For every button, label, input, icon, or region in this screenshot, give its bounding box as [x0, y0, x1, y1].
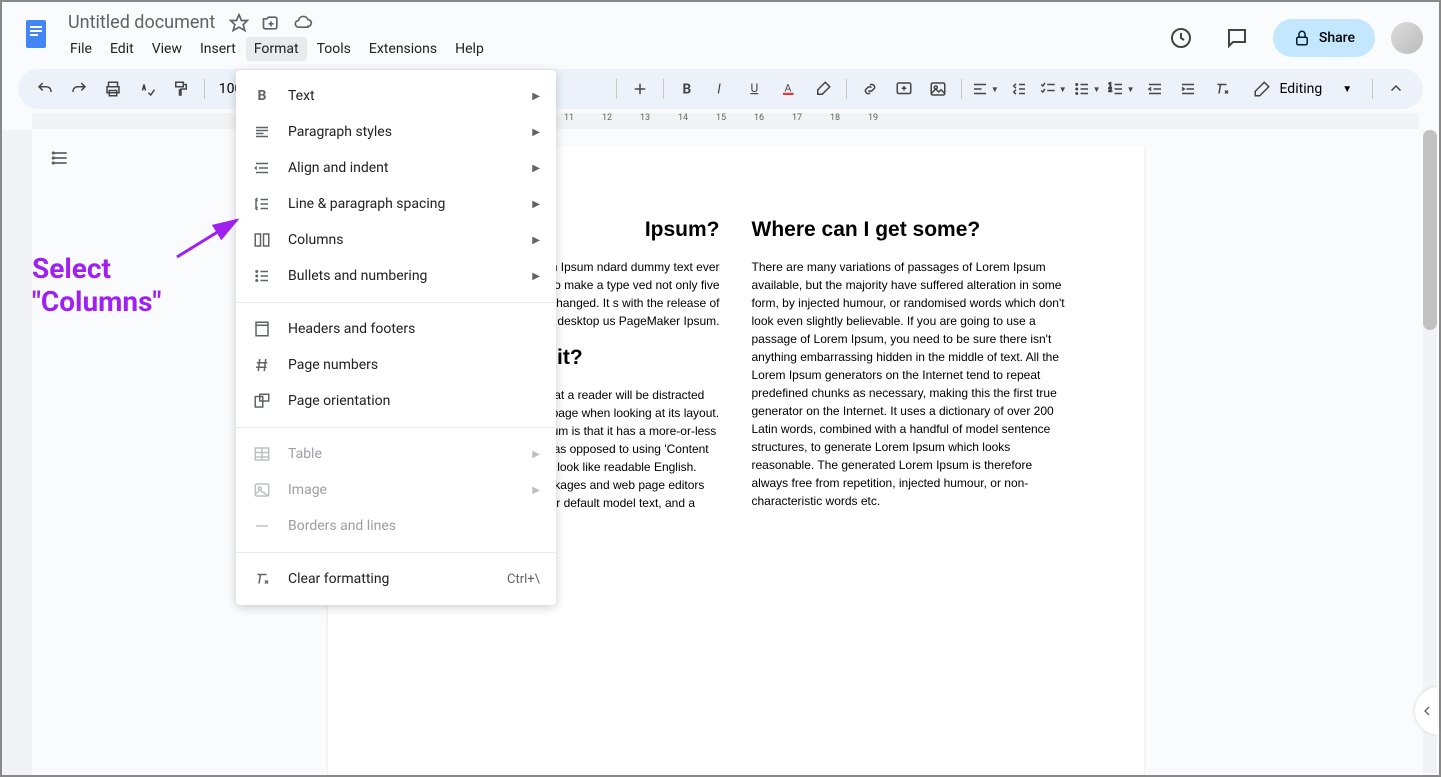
submenu-arrow-icon: ▶ [532, 485, 540, 496]
svg-text:I: I [717, 82, 721, 98]
image-icon [252, 480, 272, 500]
decrease-indent-button[interactable] [1140, 73, 1170, 105]
comments-icon[interactable] [1217, 18, 1257, 58]
scrollbar-thumb[interactable] [1423, 130, 1437, 330]
clear-format-icon [252, 569, 272, 589]
checklist-button[interactable]: ▼ [1038, 73, 1068, 105]
menu-extensions[interactable]: Extensions [361, 37, 445, 61]
paint-format-button[interactable] [166, 73, 196, 105]
submenu-arrow-icon: ▶ [532, 271, 540, 282]
svg-text:2: 2 [1108, 86, 1112, 93]
shortcut-label: Ctrl+\ [507, 572, 540, 587]
toolbar: 100%▼ B I U A ▼ ▼ ▼ 12▼ Editing ▼ [18, 69, 1423, 109]
bold-icon: B [252, 86, 272, 106]
submenu-arrow-icon: ▶ [532, 163, 540, 174]
menu-insert[interactable]: Insert [192, 37, 244, 61]
dd-line-spacing[interactable]: Line & paragraph spacing ▶ [236, 186, 556, 222]
cloud-icon[interactable] [293, 13, 313, 33]
editing-mode-button[interactable]: Editing ▼ [1241, 74, 1364, 104]
history-icon[interactable] [1161, 18, 1201, 58]
dd-table: Table ▶ [236, 436, 556, 472]
submenu-arrow-icon: ▶ [532, 235, 540, 246]
dd-align-indent[interactable]: Align and indent ▶ [236, 150, 556, 186]
text-color-button[interactable]: A [774, 73, 804, 105]
spacing-icon [252, 194, 272, 214]
menu-edit[interactable]: Edit [102, 37, 142, 61]
svg-text:U: U [751, 81, 759, 95]
redo-button[interactable] [64, 73, 94, 105]
dd-bullets-numbering[interactable]: Bullets and numbering ▶ [236, 258, 556, 294]
spellcheck-button[interactable] [132, 73, 162, 105]
submenu-arrow-icon: ▶ [532, 449, 540, 460]
heading-3: Where can I get some? [752, 218, 1072, 242]
align-button[interactable]: ▼ [970, 73, 1000, 105]
star-icon[interactable] [229, 13, 249, 33]
vertical-ruler[interactable] [2, 130, 32, 775]
menu-file[interactable]: File [62, 37, 100, 61]
format-dropdown: B Text ▶ Paragraph styles ▶ Align and in… [236, 70, 556, 605]
svg-text:A: A [785, 81, 792, 94]
dd-columns[interactable]: Columns ▶ [236, 222, 556, 258]
docs-logo[interactable] [18, 16, 54, 52]
dd-page-orientation[interactable]: Page orientation [236, 383, 556, 419]
italic-button[interactable]: I [706, 73, 736, 105]
dd-paragraph-styles[interactable]: Paragraph styles ▶ [236, 114, 556, 150]
print-button[interactable] [98, 73, 128, 105]
lock-icon [1293, 29, 1311, 47]
dd-page-numbers[interactable]: Page numbers [236, 347, 556, 383]
share-button[interactable]: Share [1273, 19, 1375, 57]
submenu-arrow-icon: ▶ [532, 91, 540, 102]
outline-toggle[interactable] [44, 142, 76, 174]
submenu-arrow-icon: ▶ [532, 199, 540, 210]
menu-help[interactable]: Help [447, 37, 492, 61]
comment-button[interactable] [889, 73, 919, 105]
paragraph-3: There are many variations of passages of… [752, 258, 1072, 510]
move-icon[interactable] [261, 13, 281, 33]
align-icon [252, 158, 272, 178]
link-button[interactable] [855, 73, 885, 105]
dd-text[interactable]: B Text ▶ [236, 78, 556, 114]
image-button[interactable] [923, 73, 953, 105]
font-size-increase[interactable] [625, 73, 655, 105]
dd-headers-footers[interactable]: Headers and footers [236, 311, 556, 347]
submenu-arrow-icon: ▶ [532, 127, 540, 138]
bold-button[interactable]: B [672, 73, 702, 105]
menu-format[interactable]: Format [246, 37, 307, 61]
hash-icon [252, 355, 272, 375]
dd-clear-formatting[interactable]: Clear formatting Ctrl+\ [236, 561, 556, 597]
columns-icon [252, 230, 272, 250]
line-icon [252, 516, 272, 536]
share-label: Share [1319, 30, 1355, 46]
clear-format-button[interactable] [1207, 73, 1237, 105]
dd-image: Image ▶ [236, 472, 556, 508]
collapse-toolbar-button[interactable] [1381, 73, 1411, 105]
list-icon [252, 266, 272, 286]
menu-tools[interactable]: Tools [309, 37, 359, 61]
vertical-scrollbar[interactable] [1423, 130, 1437, 773]
orientation-icon [252, 391, 272, 411]
document-title[interactable]: Untitled document [62, 10, 221, 35]
header-icon [252, 319, 272, 339]
number-list-button[interactable]: 12▼ [1106, 73, 1136, 105]
dd-borders-lines: Borders and lines [236, 508, 556, 544]
increase-indent-button[interactable] [1174, 73, 1204, 105]
bullet-list-button[interactable]: ▼ [1072, 73, 1102, 105]
svg-text:B: B [683, 82, 692, 98]
line-spacing-button[interactable] [1004, 73, 1034, 105]
undo-button[interactable] [30, 73, 60, 105]
user-avatar[interactable] [1391, 22, 1423, 54]
paragraph-icon [252, 122, 272, 142]
underline-button[interactable]: U [740, 73, 770, 105]
table-icon [252, 444, 272, 464]
highlight-button[interactable] [808, 73, 838, 105]
menu-view[interactable]: View [144, 37, 190, 61]
